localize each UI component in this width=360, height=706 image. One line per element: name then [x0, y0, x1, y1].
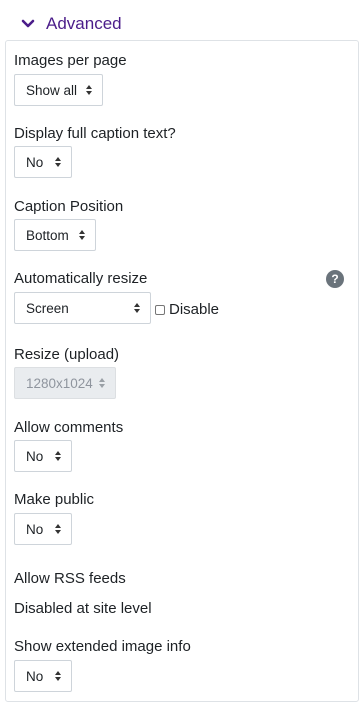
- select-arrows-icon: [54, 156, 62, 168]
- allow-comments-value: No: [26, 448, 44, 464]
- caption-position-label: Caption Position: [14, 198, 124, 215]
- auto-resize-select[interactable]: Screen: [14, 292, 151, 324]
- resize-upload-select: 1280x1024: [14, 367, 116, 399]
- allow-comments-select[interactable]: No: [14, 440, 72, 472]
- auto-resize-label: Automatically resize: [14, 270, 148, 287]
- select-arrows-icon: [85, 84, 93, 96]
- select-arrows-icon: [54, 523, 62, 535]
- allow-rss-label: Allow RSS feeds: [14, 570, 126, 587]
- display-caption-select[interactable]: No: [14, 146, 72, 178]
- caption-position-select[interactable]: Bottom: [14, 219, 96, 251]
- resize-upload-label: Resize (upload): [14, 346, 120, 363]
- images-per-page-value: Show all: [26, 82, 78, 98]
- images-per-page-select[interactable]: Show all: [14, 74, 103, 106]
- make-public-select[interactable]: No: [14, 513, 72, 545]
- extended-info-value: No: [26, 668, 44, 684]
- resize-upload-value: 1280x1024: [26, 375, 93, 391]
- auto-resize-value: Screen: [26, 300, 69, 316]
- make-public-label: Make public: [14, 491, 95, 508]
- images-per-page-label: Images per page: [14, 52, 127, 69]
- extended-info-select[interactable]: No: [14, 660, 72, 692]
- advanced-section-toggle[interactable]: Advanced: [20, 12, 122, 36]
- select-arrows-icon: [54, 450, 62, 462]
- select-arrows-icon: [133, 302, 141, 314]
- display-caption-label: Display full caption text?: [14, 125, 176, 142]
- select-arrows-icon: [54, 670, 62, 682]
- extended-info-label: Show extended image info: [14, 638, 191, 655]
- make-public-value: No: [26, 521, 44, 537]
- chevron-down-icon: [20, 16, 36, 32]
- help-icon[interactable]: ?: [326, 270, 344, 288]
- section-title: Advanced: [46, 14, 122, 33]
- select-arrows-icon: [98, 377, 106, 389]
- allow-comments-label: Allow comments: [14, 419, 124, 436]
- disable-resize-label: Disable: [169, 301, 220, 318]
- disable-resize-option[interactable]: Disable: [155, 301, 219, 318]
- disable-resize-checkbox[interactable]: [155, 304, 165, 315]
- allow-rss-status: Disabled at site level: [14, 600, 152, 617]
- display-caption-value: No: [26, 154, 44, 170]
- caption-position-value: Bottom: [26, 227, 69, 243]
- select-arrows-icon: [78, 229, 86, 241]
